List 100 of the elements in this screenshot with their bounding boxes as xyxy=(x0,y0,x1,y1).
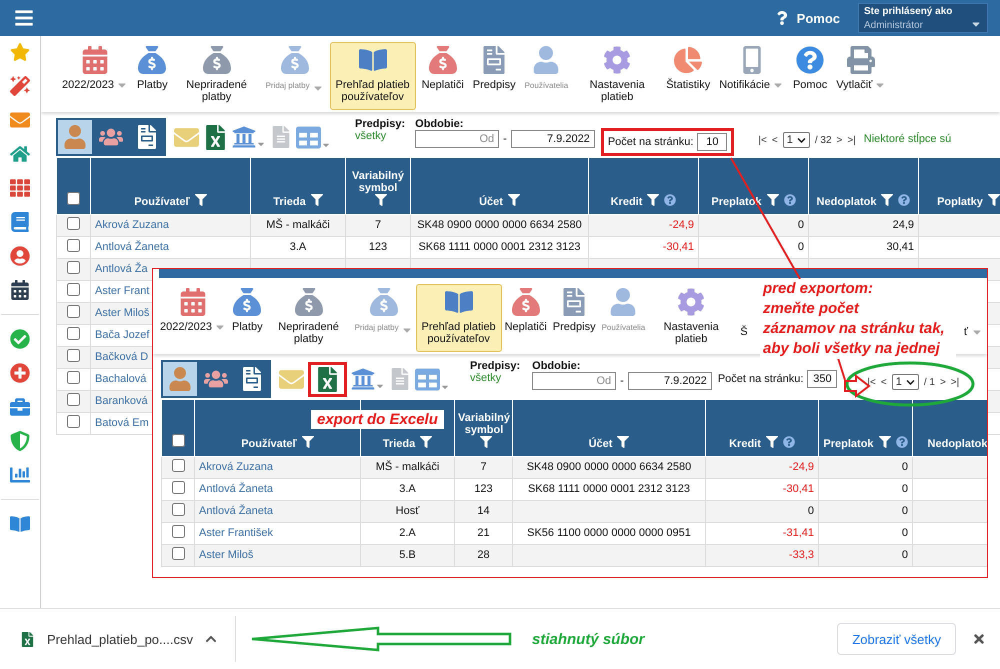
user-link[interactable]: Aster Miloš xyxy=(95,307,150,319)
field-value[interactable]: všetky xyxy=(355,130,406,142)
star-icon[interactable] xyxy=(10,42,30,62)
column-label[interactable]: Používateľ xyxy=(241,438,297,450)
book-icon[interactable] xyxy=(10,212,30,232)
toolbar-button[interactable]: Notifikácie xyxy=(716,42,787,110)
first-page-link[interactable]: |< xyxy=(758,134,767,146)
toolbar-button[interactable]: Nepriradené platby xyxy=(266,284,352,352)
row-checkbox[interactable] xyxy=(172,525,184,538)
filter-icon[interactable] xyxy=(508,194,520,206)
bank-icon[interactable] xyxy=(232,125,256,149)
toolbar-button[interactable]: Neplatiči xyxy=(418,42,467,110)
menu-icon[interactable] xyxy=(14,8,34,28)
column-label[interactable]: Kredit xyxy=(610,196,642,208)
help-icon[interactable] xyxy=(896,436,908,448)
toolbar-button[interactable]: Platby xyxy=(229,284,266,352)
home-icon[interactable] xyxy=(10,144,30,164)
row-checkbox[interactable] xyxy=(67,239,80,252)
column-label[interactable]: Trieda xyxy=(382,438,416,450)
column-label[interactable]: Účet xyxy=(588,438,612,450)
magic-wand-icon[interactable] xyxy=(10,76,30,96)
row-checkbox[interactable] xyxy=(172,547,184,560)
bar-chart-icon[interactable] xyxy=(10,465,30,485)
select-all-checkbox[interactable] xyxy=(67,192,80,204)
show-all-button[interactable]: Zobraziť všetky xyxy=(837,623,956,655)
row-checkbox[interactable] xyxy=(67,393,80,406)
toolbar-button[interactable]: Predpisy xyxy=(550,284,599,352)
next-page-link[interactable]: > xyxy=(836,134,842,146)
filter-icon[interactable] xyxy=(310,194,323,206)
help-link[interactable]: Pomoc xyxy=(774,10,840,26)
user-link[interactable]: Aster Miloš xyxy=(199,549,254,561)
last-page-link[interactable]: >| xyxy=(950,376,960,388)
toolbar-button[interactable]: Štatistiky xyxy=(663,42,714,110)
help-icon[interactable] xyxy=(664,194,676,206)
briefcase-icon[interactable] xyxy=(10,397,30,417)
user-menu[interactable]: Ste prihlásený ako Administrátor xyxy=(858,3,988,33)
calendar-icon[interactable] xyxy=(10,280,30,300)
field-value[interactable]: všetky xyxy=(470,372,520,384)
person-icon[interactable] xyxy=(10,246,30,266)
date-field[interactable]: Od xyxy=(415,130,500,148)
next-page-link[interactable]: > xyxy=(940,376,946,388)
user-link[interactable]: Bačková D xyxy=(95,351,148,363)
page-size-field[interactable]: 10 xyxy=(697,133,728,151)
filter-icon[interactable] xyxy=(480,436,492,448)
toolbar-button[interactable]: ť xyxy=(964,284,983,338)
help-icon[interactable] xyxy=(784,194,796,206)
user-link[interactable]: Baranková xyxy=(95,395,148,407)
filter-icon[interactable] xyxy=(420,436,432,448)
column-label[interactable]: Používateľ xyxy=(134,196,190,208)
toolbar-button[interactable]: Prehľad platieb používateľov xyxy=(330,42,416,110)
previous-page-link[interactable]: < xyxy=(772,134,778,146)
filter-icon[interactable] xyxy=(617,436,630,448)
filter-icon[interactable] xyxy=(988,194,1000,206)
toolbar-button[interactable]: Nepriradené platby xyxy=(174,42,260,110)
row-checkbox[interactable] xyxy=(67,349,80,362)
toolbar-button[interactable]: Vytlačiť xyxy=(833,42,890,110)
toolbar-button[interactable]: Š xyxy=(740,284,748,338)
filter-icon[interactable] xyxy=(647,194,660,206)
toolbar-button[interactable]: Pomoc xyxy=(790,42,830,110)
page-select[interactable]: 1 xyxy=(782,132,810,148)
user-link[interactable]: Bachalová xyxy=(95,373,146,385)
grid-icon[interactable] xyxy=(10,178,30,198)
row-checkbox[interactable] xyxy=(67,305,80,318)
column-label[interactable]: Poplatky xyxy=(937,196,983,208)
toolbar-button[interactable]: Neplatiči xyxy=(502,284,550,352)
column-label[interactable]: Účet xyxy=(479,196,503,208)
toolbar-button[interactable]: Predpisy xyxy=(470,42,519,110)
toolbar-button[interactable]: Nastavenia platieb xyxy=(648,284,734,352)
excel-icon[interactable] xyxy=(315,366,340,392)
row-checkbox[interactable] xyxy=(67,371,80,384)
page-select[interactable]: 1 xyxy=(892,374,919,390)
date-field[interactable]: 7.9.2022 xyxy=(510,130,595,148)
row-checkbox[interactable] xyxy=(67,327,80,340)
filter-icon[interactable] xyxy=(881,194,894,206)
last-page-link[interactable]: >| xyxy=(847,134,856,146)
grid-icon[interactable] xyxy=(415,366,440,392)
page-size-field[interactable]: 350 xyxy=(807,370,838,388)
column-label[interactable]: Kredit xyxy=(729,438,761,450)
select-all-checkbox[interactable] xyxy=(172,434,184,446)
user-link[interactable]: Bača Jozef xyxy=(95,329,150,341)
row-checkbox[interactable] xyxy=(67,415,80,428)
row-checkbox[interactable] xyxy=(172,459,184,472)
user-link[interactable]: Antlová Ža xyxy=(95,263,148,275)
filter-icon[interactable] xyxy=(194,194,207,206)
filter-icon[interactable] xyxy=(766,194,779,206)
column-label[interactable]: Trieda xyxy=(273,196,306,208)
user-link[interactable]: Aster Frant xyxy=(95,285,150,297)
row-checkbox[interactable] xyxy=(172,481,184,494)
column-label[interactable]: Preplatok xyxy=(823,438,874,450)
toolbar-button[interactable]: 2022/2023 xyxy=(59,42,131,110)
filter-icon[interactable] xyxy=(302,436,314,448)
toolbar-button[interactable]: Prehľad platieb používateľov xyxy=(416,284,502,352)
view-toggle[interactable] xyxy=(163,362,197,396)
bank-icon[interactable] xyxy=(351,367,375,391)
shield-icon[interactable] xyxy=(10,431,30,451)
row-checkbox[interactable] xyxy=(67,261,80,274)
date-field[interactable]: 7.9.2022 xyxy=(628,372,712,390)
envelope-icon[interactable] xyxy=(10,110,30,130)
filter-icon[interactable] xyxy=(374,194,386,206)
date-field[interactable]: Od xyxy=(532,372,616,390)
